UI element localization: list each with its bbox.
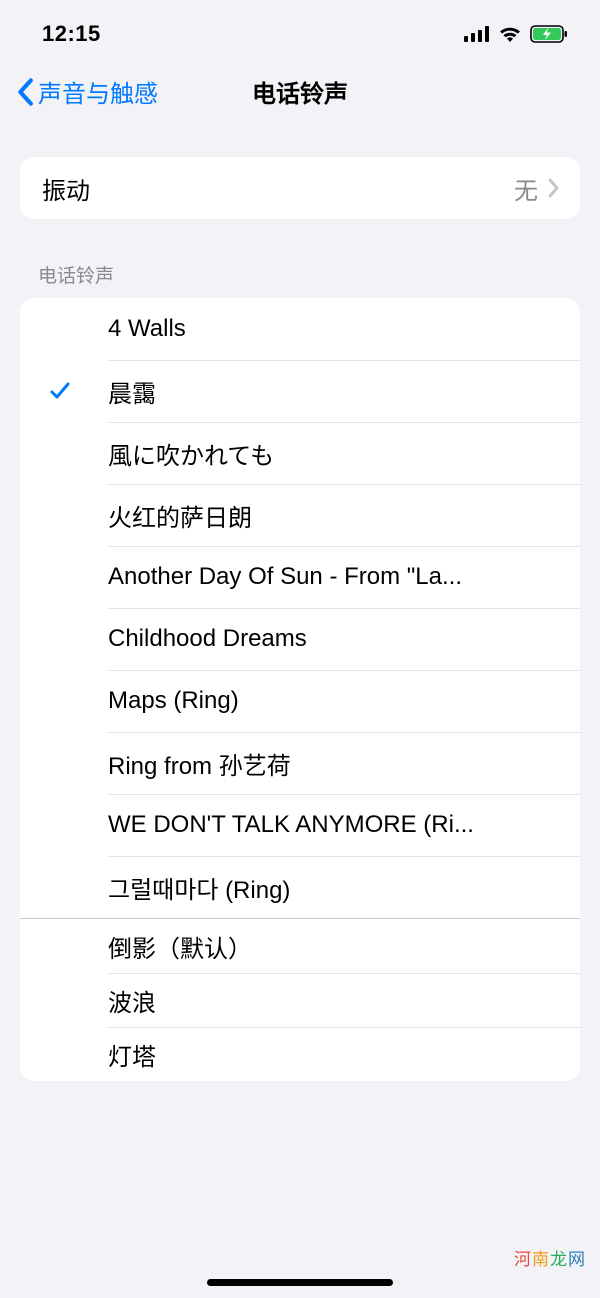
ringtone-row[interactable]: 晨靄	[20, 360, 580, 422]
ringtone-row[interactable]: 風に吹かれても	[20, 422, 580, 484]
back-button[interactable]: 声音与触感	[16, 74, 158, 109]
cellular-icon	[464, 26, 490, 42]
wifi-icon	[498, 25, 522, 43]
vibration-section: 振动 无	[20, 157, 580, 219]
ringtone-section: 4 Walls 晨靄 風に吹かれても 火红的萨日朗 Anothe	[20, 298, 580, 1081]
ringtone-name: 倒影（默认）	[108, 929, 560, 964]
ringtone-row[interactable]: WE DON'T TALK ANYMORE (Ri...	[20, 794, 580, 856]
ringtone-row[interactable]: 그럴때마다 (Ring)	[20, 856, 580, 918]
ringtone-row[interactable]: Childhood Dreams	[20, 608, 580, 670]
ringtone-row[interactable]: Another Day Of Sun - From "La...	[20, 546, 580, 608]
custom-ringtones-group: 4 Walls 晨靄 風に吹かれても 火红的萨日朗 Anothe	[20, 298, 580, 918]
ringtone-row[interactable]: Maps (Ring)	[20, 670, 580, 732]
ringtone-name: Maps (Ring)	[108, 687, 560, 715]
ringtone-name: 灯塔	[108, 1037, 560, 1072]
ringtone-row[interactable]: 倒影（默认）	[20, 919, 580, 973]
nav-header: 声音与触感 电话铃声	[0, 60, 600, 129]
back-label: 声音与触感	[38, 74, 158, 109]
ringtone-name: Another Day Of Sun - From "La...	[108, 563, 560, 591]
vibration-row[interactable]: 振动 无	[20, 157, 580, 219]
status-icons	[464, 25, 568, 43]
ringtone-name: 그럴때마다 (Ring)	[108, 870, 560, 905]
ringtone-row[interactable]: 4 Walls	[20, 298, 580, 360]
ringtone-name: 波浪	[108, 983, 560, 1018]
ringtone-name: 火红的萨日朗	[108, 498, 560, 533]
ringtone-name: Ring from 孙艺荷	[108, 746, 560, 781]
chevron-right-icon	[548, 178, 560, 198]
ringtone-name: 晨靄	[108, 374, 560, 409]
page-title: 电话铃声	[252, 74, 348, 109]
ringtone-row[interactable]: 灯塔	[20, 1027, 580, 1081]
ringtone-row[interactable]: 火红的萨日朗	[20, 484, 580, 546]
status-bar: 12:15	[0, 0, 600, 60]
ringtone-name: WE DON'T TALK ANYMORE (Ri...	[108, 811, 560, 839]
ringtone-name: Childhood Dreams	[108, 625, 560, 653]
vibration-label: 振动	[42, 171, 514, 206]
check-col	[42, 379, 108, 403]
vibration-value: 无	[514, 171, 538, 206]
battery-charging-icon	[530, 25, 568, 43]
ringtone-name: 4 Walls	[108, 315, 560, 343]
home-indicator[interactable]	[207, 1279, 393, 1286]
status-time: 12:15	[42, 21, 101, 47]
ringtone-section-header: 电话铃声	[20, 261, 580, 298]
ringtone-row[interactable]: 波浪	[20, 973, 580, 1027]
ringtone-name: 風に吹かれても	[108, 436, 560, 471]
builtin-ringtones-group: 倒影（默认） 波浪 灯塔	[20, 919, 580, 1081]
watermark: 河南龙网	[514, 1245, 586, 1270]
chevron-left-icon	[16, 78, 34, 106]
checkmark-icon	[48, 379, 72, 403]
ringtone-row[interactable]: Ring from 孙艺荷	[20, 732, 580, 794]
